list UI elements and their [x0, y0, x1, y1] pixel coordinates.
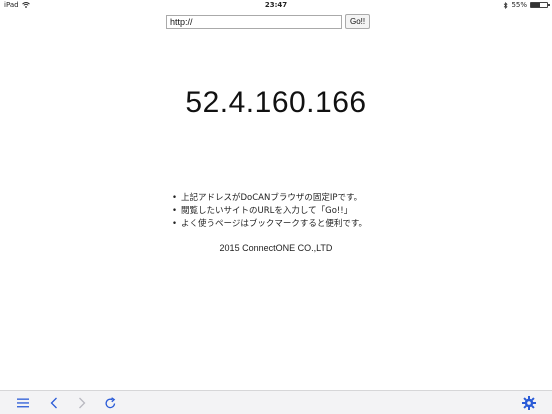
- gear-icon: [522, 396, 536, 410]
- bluetooth-icon: [503, 1, 508, 9]
- ip-address: 52.4.160.166: [185, 86, 367, 119]
- battery-percent: 55%: [511, 1, 527, 9]
- status-time: 23:47: [264, 1, 288, 9]
- bottom-toolbar: [0, 390, 552, 414]
- back-button[interactable]: [46, 395, 62, 411]
- note-item: 上記アドレスがDoCANブラウザの固定IPです。: [172, 192, 367, 205]
- note-item: 閲覧したいサイトのURLを入力して「Go!!」: [172, 205, 367, 218]
- notes-list: 上記アドレスがDoCANブラウザの固定IPです。 閲覧したいサイトのURLを入力…: [172, 192, 367, 231]
- url-input[interactable]: [166, 14, 342, 29]
- reload-icon: [104, 396, 115, 408]
- status-bar: iPad 23:47 55%: [0, 0, 552, 10]
- forward-icon: [79, 397, 86, 409]
- note-item: よく使うページはブックマークすると便利です。: [172, 218, 367, 231]
- go-button[interactable]: Go!!: [345, 14, 371, 29]
- status-right: 55%: [503, 1, 550, 9]
- screen: iPad 23:47 55% Go!! 52: [0, 0, 552, 414]
- menu-button[interactable]: [15, 395, 31, 411]
- reload-button[interactable]: [102, 395, 118, 411]
- battery-level: [531, 3, 540, 7]
- forward-button[interactable]: [74, 395, 90, 411]
- back-icon: [50, 397, 57, 409]
- settings-button[interactable]: [521, 395, 537, 411]
- battery-icon: [530, 2, 550, 8]
- menu-icon: [17, 398, 29, 408]
- url-bar: Go!!: [166, 14, 371, 29]
- copyright: 2015 ConnectONE CO.,LTD: [219, 243, 333, 253]
